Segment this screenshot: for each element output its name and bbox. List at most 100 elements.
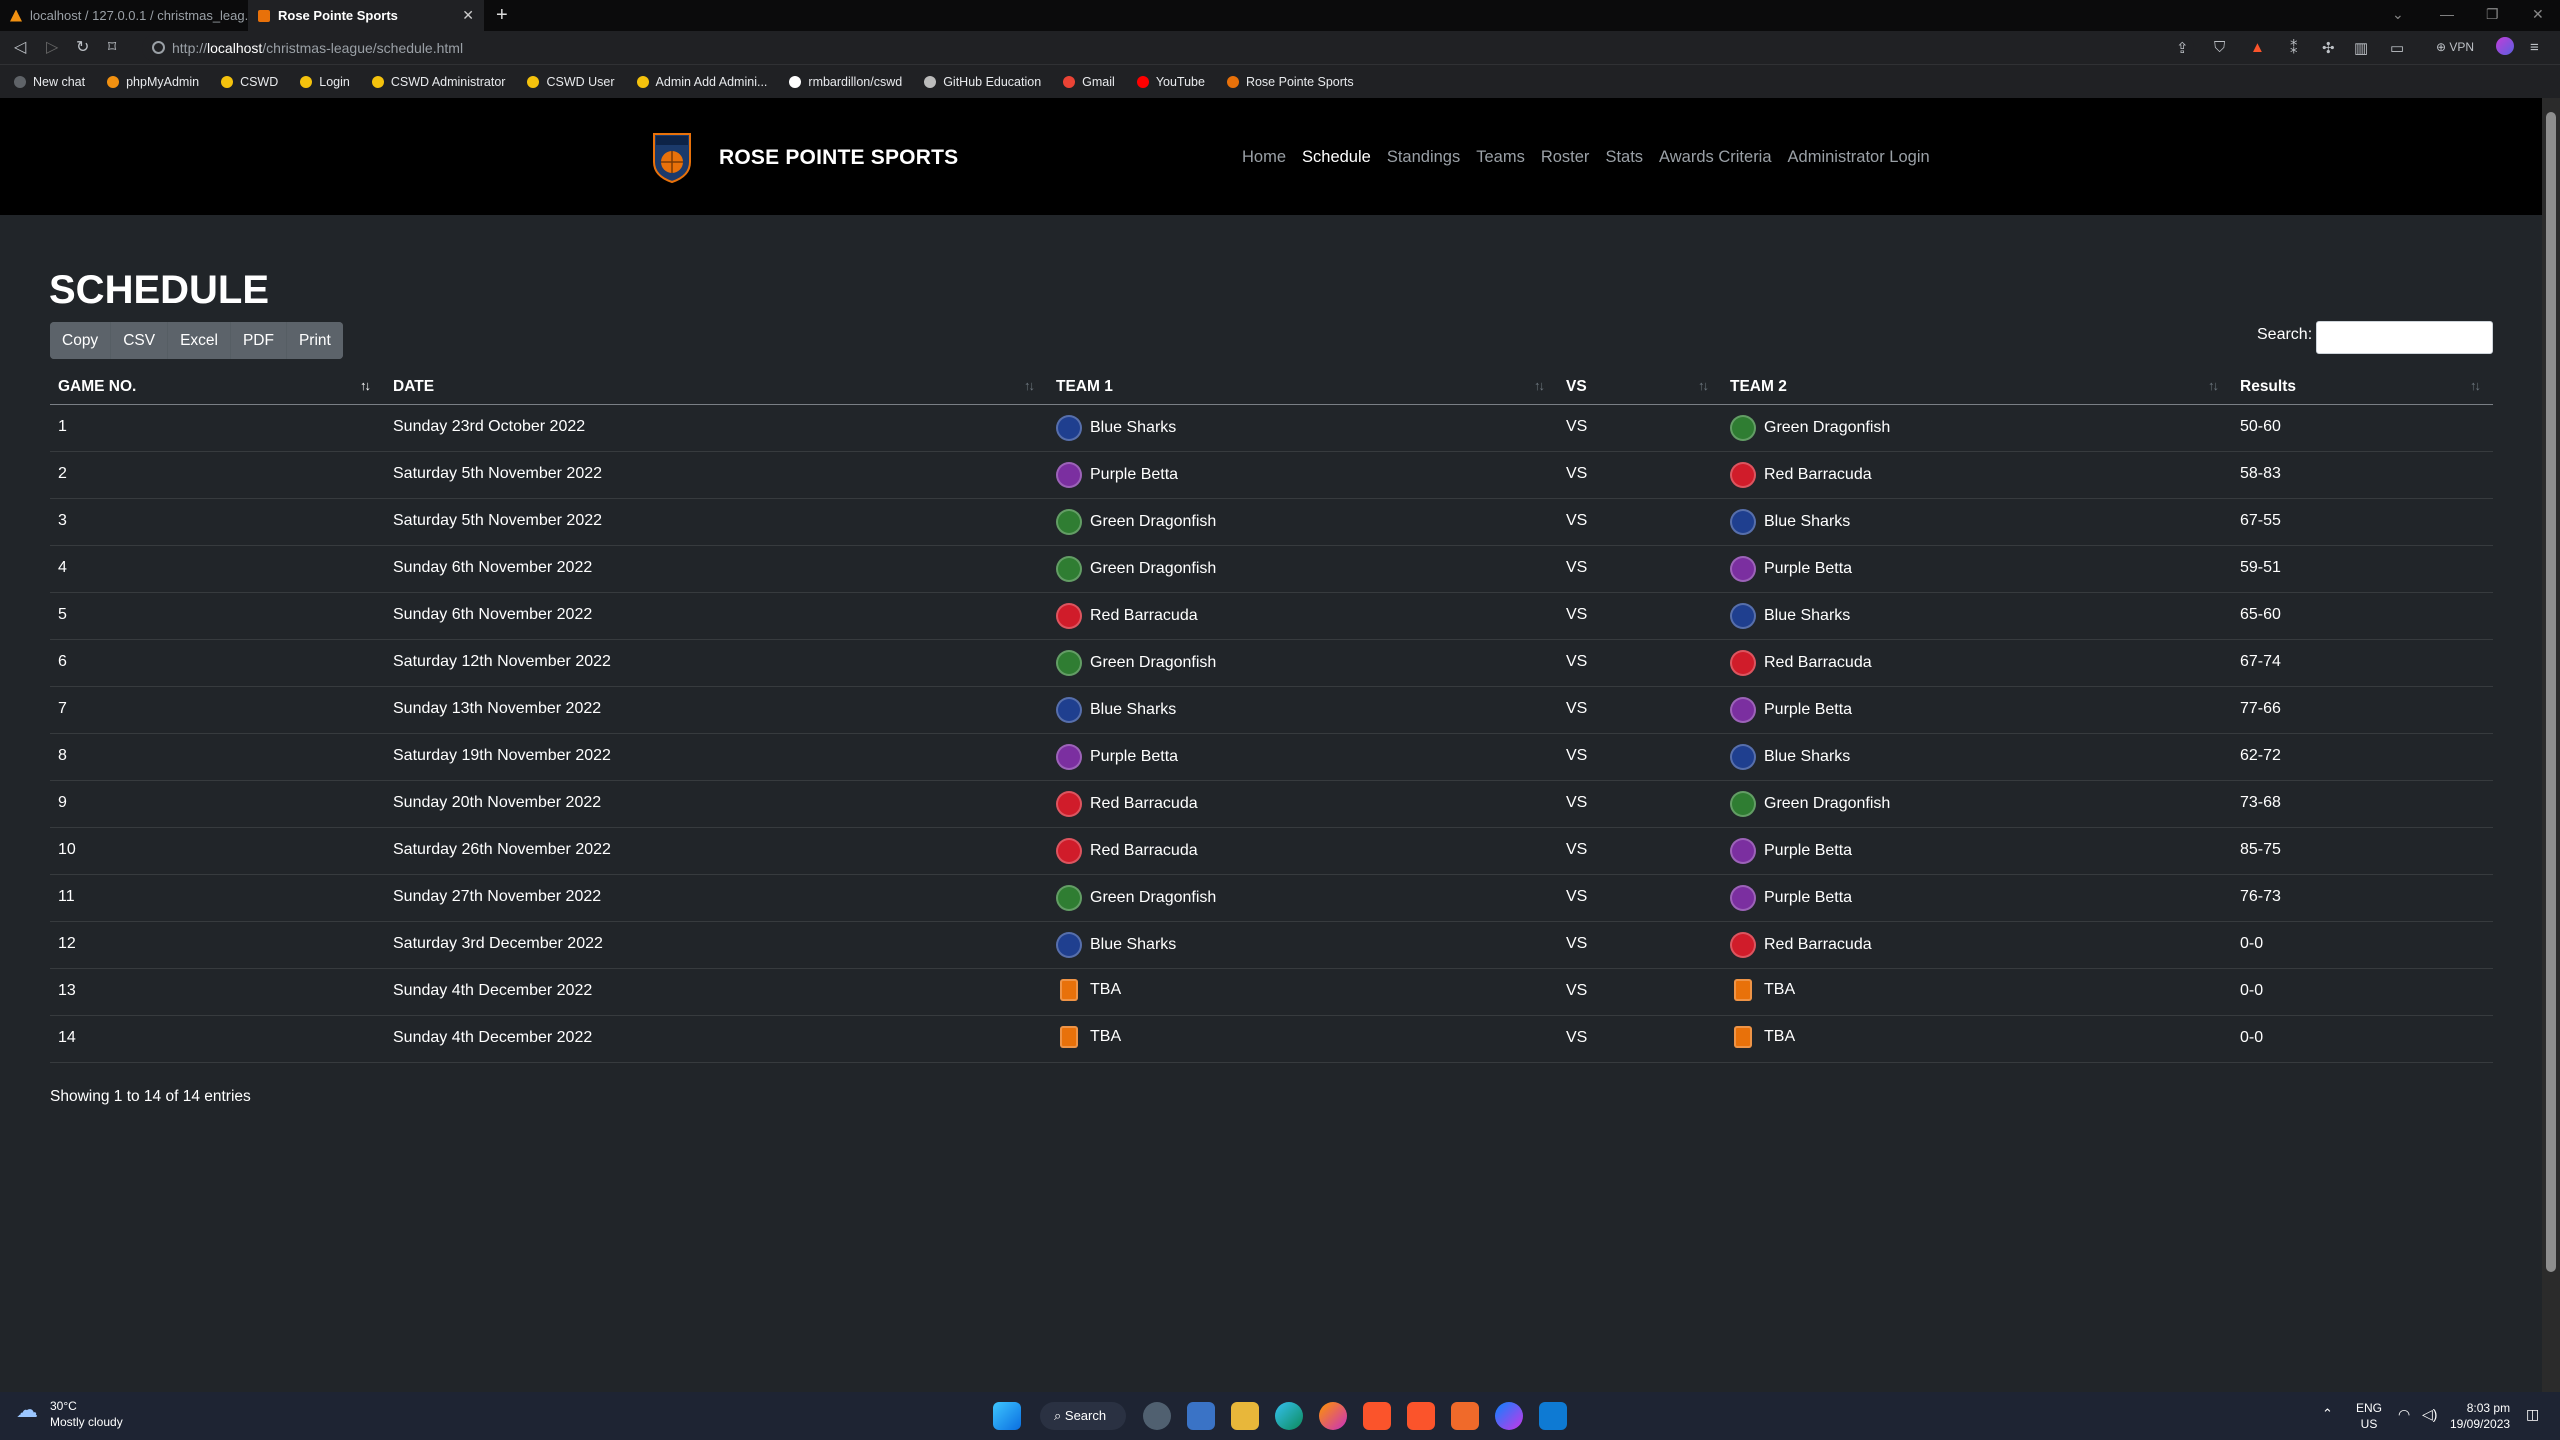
nav-schedule[interactable]: Schedule (1302, 148, 1371, 167)
file-explorer-icon[interactable] (1231, 1402, 1259, 1430)
bookmark-admin-add-admin[interactable]: Admin Add Admini... (636, 75, 767, 89)
edge-icon[interactable] (1275, 1402, 1303, 1430)
print-button[interactable]: Print (286, 322, 343, 359)
close-window-icon[interactable]: ✕ (2532, 6, 2544, 23)
nav-stats[interactable]: Stats (1605, 148, 1643, 167)
settings-icon[interactable] (1143, 1402, 1171, 1430)
nav-roster[interactable]: Roster (1541, 148, 1590, 167)
csv-button[interactable]: CSV (111, 322, 169, 359)
team-2-name: Purple Betta (1764, 842, 1853, 859)
bookmark-rose-pointe-sports[interactable]: Rose Pointe Sports (1226, 75, 1354, 89)
language-indicator[interactable]: ENG US (2356, 1400, 2382, 1432)
close-tab-icon[interactable]: ✕ (462, 7, 474, 24)
cell-team-1: Purple Betta (1056, 462, 1178, 488)
sort-icon[interactable]: ↑↓ (1534, 378, 1545, 393)
game-number: 12 (58, 935, 76, 952)
sort-asc-icon[interactable]: ↑↓ (360, 378, 371, 393)
windows-start-icon[interactable] (993, 1402, 1021, 1430)
maximize-icon[interactable]: ❐ (2486, 6, 2499, 23)
bookmark-youtube[interactable]: YouTube (1136, 75, 1205, 89)
nav-teams[interactable]: Teams (1476, 148, 1525, 167)
cell-result: 76-73 (2240, 888, 2281, 906)
back-icon[interactable]: ◁ (14, 39, 26, 57)
chevron-up-icon[interactable]: ⌃ (2322, 1406, 2333, 1422)
bookmark-github-education[interactable]: GitHub Education (924, 75, 1041, 89)
reload-icon[interactable]: ↻ (76, 39, 89, 57)
firefox-icon[interactable] (1319, 1402, 1347, 1430)
puzzle-icon[interactable]: ✣ (2322, 39, 2335, 57)
sort-icon[interactable]: ↑↓ (2470, 378, 2481, 393)
tba-logo-icon (1734, 979, 1752, 1001)
bookmark-cswd-user[interactable]: CSWD User (527, 75, 615, 89)
header-team-1[interactable]: TEAM 1 (1056, 378, 1113, 396)
sort-icon[interactable]: ↑↓ (1698, 378, 1709, 393)
bookmark-cswd-administrator[interactable]: CSWD Administrator (371, 75, 505, 89)
bookmark-github-repo[interactable]: rmbardillon/cswd (789, 75, 902, 89)
minimize-icon[interactable]: — (2440, 6, 2454, 22)
brave-shield-icon[interactable]: ⛉ (2214, 39, 2225, 56)
sidebar-icon[interactable]: ▥ (2354, 39, 2368, 57)
cell-result: 58-83 (2240, 465, 2281, 483)
brave-rewards-icon[interactable]: ▲ (2250, 39, 2265, 56)
vpn-button[interactable]: ⊕ VPN (2436, 40, 2474, 54)
tab-rose-pointe-sports[interactable]: Rose Pointe Sports ✕ (248, 0, 484, 31)
header-game-no[interactable]: GAME NO. (58, 378, 136, 396)
clock[interactable]: 8:03 pm 19/09/2023 (2450, 1400, 2510, 1432)
sort-icon[interactable]: ↑↓ (2208, 378, 2219, 393)
weather-widget[interactable]: ☁ 30°C Mostly cloudy (16, 1398, 123, 1430)
profile-avatar[interactable] (2496, 37, 2514, 55)
taskbar-search[interactable]: ⌕ Search (1040, 1402, 1126, 1430)
volume-icon[interactable]: ◁) (2422, 1406, 2437, 1423)
bookmark-login[interactable]: Login (300, 75, 350, 89)
purple-betta-logo-icon (1056, 462, 1082, 488)
pdf-button[interactable]: PDF (230, 322, 287, 359)
brave-icon[interactable] (1407, 1402, 1435, 1430)
header-team-2[interactable]: TEAM 2 (1730, 378, 1787, 396)
vscode-icon[interactable] (1539, 1402, 1567, 1430)
notifications-icon[interactable]: ◫ (2526, 1406, 2539, 1423)
site-brand[interactable]: ROSE POINTE SPORTS (719, 146, 958, 170)
tab-search-icon[interactable]: ⌄ (2392, 6, 2404, 23)
copy-button[interactable]: Copy (50, 322, 112, 359)
bookmark-phpmyadmin[interactable]: phpMyAdmin (107, 75, 199, 89)
share-icon[interactable]: ⇪ (2176, 39, 2189, 57)
messenger-icon[interactable] (1495, 1402, 1523, 1430)
cell-game-no: 8 (58, 747, 67, 765)
nav-awards-criteria[interactable]: Awards Criteria (1659, 148, 1771, 167)
header-results[interactable]: Results (2240, 378, 2296, 396)
site-info-icon[interactable] (152, 41, 165, 54)
cswd-icon (300, 76, 313, 88)
header-date[interactable]: DATE (393, 378, 434, 396)
store-icon[interactable] (1187, 1402, 1215, 1430)
cswd-icon (371, 76, 384, 88)
sort-icon[interactable]: ↑↓ (1024, 378, 1035, 393)
bookmark-icon[interactable]: ⌑ (108, 39, 116, 57)
excel-button[interactable]: Excel (168, 322, 231, 359)
search-label: Search: (2257, 326, 2313, 343)
new-tab-icon[interactable]: + (496, 5, 508, 25)
header-vs[interactable]: VS (1566, 378, 1587, 396)
bookmark-new-chat[interactable]: New chat (14, 75, 85, 89)
forward-icon[interactable]: ▷ (46, 39, 58, 57)
nav-standings[interactable]: Standings (1387, 148, 1460, 167)
site-header: ROSE POINTE SPORTS Home Schedule Standin… (0, 98, 2542, 215)
nav-home[interactable]: Home (1242, 148, 1286, 167)
search-input[interactable] (2316, 321, 2493, 354)
team-1-name: Green Dragonfish (1090, 513, 1217, 530)
wallet-icon[interactable]: ▭ (2390, 39, 2404, 57)
bookmark-gmail[interactable]: Gmail (1063, 75, 1115, 89)
tab-phpmyadmin[interactable]: localhost / 127.0.0.1 / christmas_leag..… (0, 0, 248, 31)
cell-vs: VS (1566, 606, 1587, 624)
bookmark-cswd[interactable]: CSWD (221, 75, 278, 89)
scrollbar-thumb[interactable] (2546, 112, 2556, 1272)
red-barracuda-logo-icon (1730, 650, 1756, 676)
brave-nightly-icon[interactable] (1451, 1402, 1479, 1430)
wifi-icon[interactable]: ◠ (2398, 1406, 2410, 1423)
address-bar[interactable]: http://localhost/christmas-league/schedu… (142, 34, 2194, 62)
menu-icon[interactable]: ≡ (2530, 39, 2539, 56)
rose-pointe-logo[interactable] (652, 132, 692, 184)
brave-icon[interactable] (1363, 1402, 1391, 1430)
nav-administrator-login[interactable]: Administrator Login (1788, 148, 1930, 167)
browser-tab-bar: localhost / 127.0.0.1 / christmas_leag..… (0, 0, 2560, 31)
extension-icon[interactable]: ⁑ (2290, 39, 2298, 57)
